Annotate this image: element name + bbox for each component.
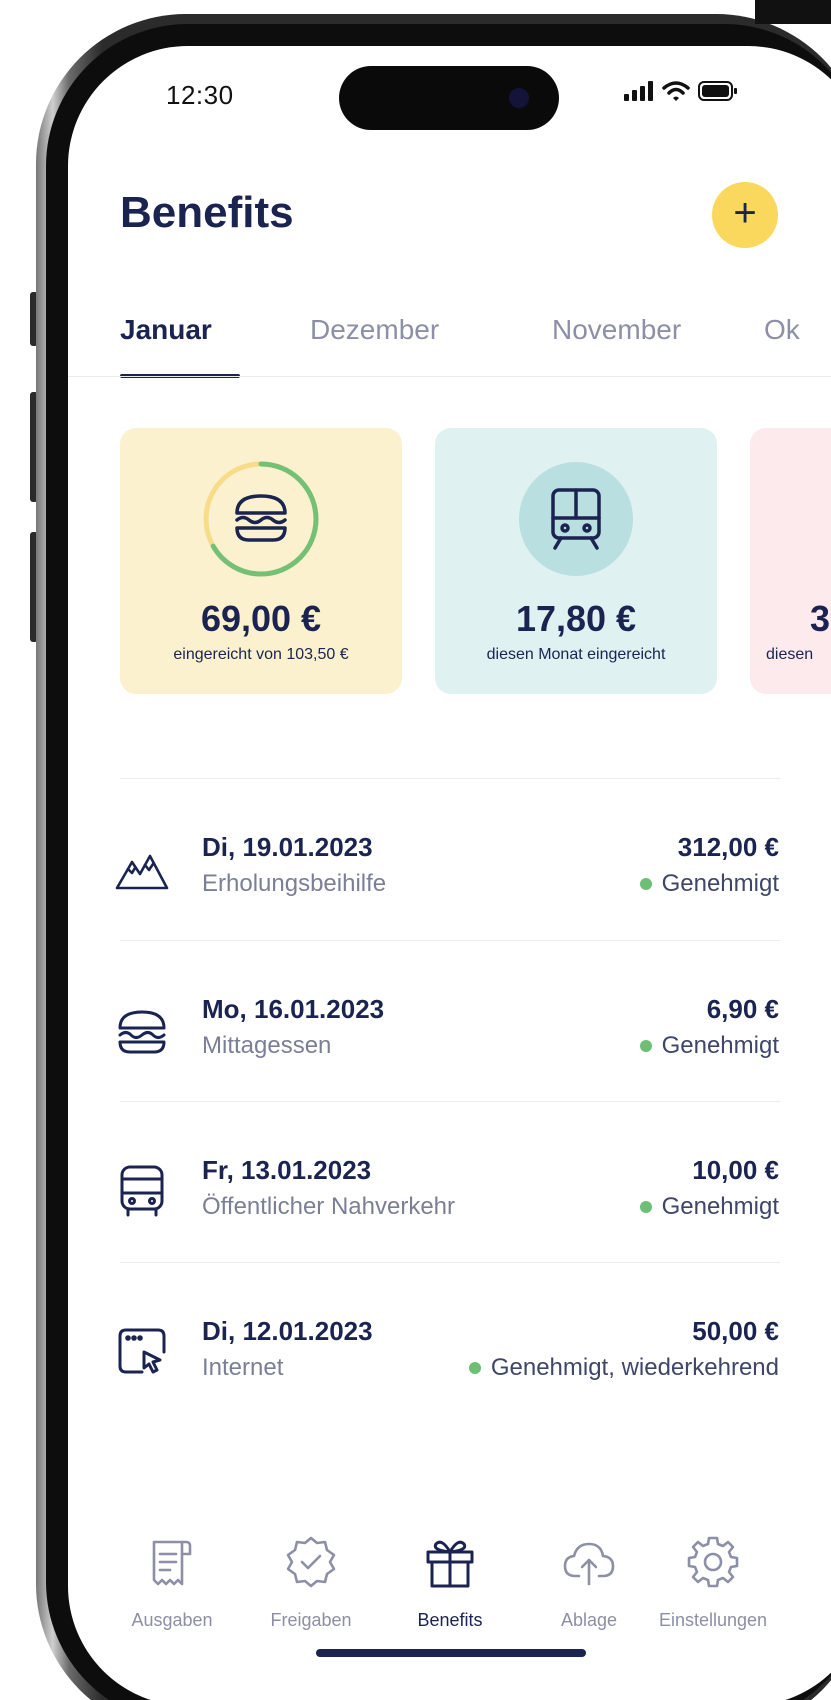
card-mittagessen[interactable]: 69,00 € eingereicht von 103,50 € xyxy=(120,428,402,694)
transaction-row[interactable]: Di, 12.01.2023 Internet 50,00 € Genehmig… xyxy=(68,1316,831,1436)
tab-dezember[interactable]: Dezember xyxy=(310,314,439,346)
transaction-category: Öffentlicher Nahverkehr xyxy=(202,1193,456,1220)
nav-label: Ausgaben xyxy=(131,1610,213,1630)
nav-label: Einstellungen xyxy=(658,1610,768,1630)
list-divider xyxy=(120,940,780,941)
card-subtitle: diesen xyxy=(766,646,814,663)
page-title: Benefits xyxy=(120,188,294,237)
transaction-amount: 6,90 € xyxy=(706,994,779,1024)
card-amount: 69,00 € xyxy=(200,598,322,639)
nav-ausgaben[interactable]: Ausgaben xyxy=(107,1534,237,1631)
burger-icon xyxy=(118,1010,166,1054)
transaction-status: Genehmigt xyxy=(639,870,779,898)
add-benefit-button[interactable]: + xyxy=(712,182,778,248)
gear-icon xyxy=(687,1536,739,1588)
frame-corner xyxy=(755,0,831,24)
transaction-category: Erholungsbeihilfe xyxy=(202,870,387,897)
status-dot xyxy=(468,1362,481,1374)
bus-icon xyxy=(120,1165,164,1217)
train-icon-badge xyxy=(519,462,633,576)
transaction-category: Internet xyxy=(202,1354,284,1381)
transaction-status: Genehmigt, wiederkehrend xyxy=(468,1354,779,1382)
status-dot xyxy=(639,1040,652,1052)
status-time: 12:30 xyxy=(166,80,234,110)
nav-label: Benefits xyxy=(417,1610,483,1630)
plus-icon: + xyxy=(733,191,757,235)
status-icons xyxy=(624,80,738,102)
cloud-upload-icon xyxy=(563,1542,615,1586)
transaction-row[interactable]: Mo, 16.01.2023 Mittagessen 6,90 € Genehm… xyxy=(68,994,831,1114)
status-label: Genehmigt, wiederkehrend xyxy=(490,1354,779,1381)
wifi-icon xyxy=(662,81,690,101)
gift-icon xyxy=(426,1540,474,1588)
transaction-status: Genehmigt xyxy=(639,1032,779,1060)
receipt-icon xyxy=(152,1540,192,1586)
card-amount: 17,80 € xyxy=(515,598,637,639)
transaction-row[interactable]: Di, 19.01.2023 Erholungsbeihilfe 312,00 … xyxy=(68,832,831,952)
card-partial[interactable]: 3 diesen xyxy=(750,428,831,694)
home-indicator xyxy=(316,1649,586,1657)
nav-label: Ablage xyxy=(560,1610,618,1630)
status-label: Genehmigt xyxy=(661,870,779,897)
battery-icon xyxy=(698,81,737,101)
transaction-amount: 312,00 € xyxy=(677,832,779,862)
card-subtitle: eingereicht von 103,50 € xyxy=(173,646,349,663)
nav-ablage[interactable]: Ablage xyxy=(524,1534,654,1631)
tab-november[interactable]: November xyxy=(552,314,681,346)
status-dot xyxy=(639,878,652,890)
transaction-category: Mittagessen xyxy=(202,1032,332,1059)
nav-einstellungen[interactable]: Einstellungen xyxy=(648,1534,778,1631)
list-divider xyxy=(120,1262,780,1263)
transaction-status: Genehmigt xyxy=(639,1193,779,1221)
budget-progress-ring xyxy=(203,461,319,577)
month-tabs: Januar Dezember November Ok xyxy=(68,300,831,378)
camera-dot xyxy=(509,88,529,108)
signal-icon xyxy=(624,81,653,101)
status-label: Genehmigt xyxy=(661,1032,779,1059)
card-mobilitaet[interactable]: 17,80 € diesen Monat eingereicht xyxy=(435,428,717,694)
mountain-icon xyxy=(115,854,169,890)
nav-freigaben[interactable]: Freigaben xyxy=(246,1534,376,1631)
tab-oktober[interactable]: Ok xyxy=(764,314,800,346)
transaction-amount: 50,00 € xyxy=(692,1316,779,1346)
transaction-date: Mo, 16.01.2023 xyxy=(202,994,385,1024)
transaction-date: Di, 12.01.2023 xyxy=(202,1316,373,1346)
status-label: Genehmigt xyxy=(661,1193,779,1220)
transaction-date: Di, 19.01.2023 xyxy=(202,832,373,862)
transaction-row[interactable]: Fr, 13.01.2023 Öffentlicher Nahverkehr 1… xyxy=(68,1155,831,1275)
phone-screen: 12:30 Benefits + Januar Dezember Novembe… xyxy=(68,46,831,1700)
tabs-divider xyxy=(68,376,831,377)
list-divider xyxy=(120,778,780,779)
browser-cursor-icon xyxy=(118,1328,166,1374)
list-divider xyxy=(120,1101,780,1102)
nav-label: Freigaben xyxy=(270,1610,352,1630)
transaction-amount: 10,00 € xyxy=(692,1155,779,1185)
tab-januar[interactable]: Januar xyxy=(120,314,212,346)
dynamic-island xyxy=(339,66,559,130)
transaction-date: Fr, 13.01.2023 xyxy=(202,1155,372,1185)
nav-benefits[interactable]: Benefits xyxy=(385,1534,515,1631)
status-dot xyxy=(639,1201,652,1213)
card-amount: 3 xyxy=(810,598,831,639)
card-subtitle: diesen Monat eingereicht xyxy=(486,646,666,663)
approval-badge-icon xyxy=(286,1536,336,1588)
